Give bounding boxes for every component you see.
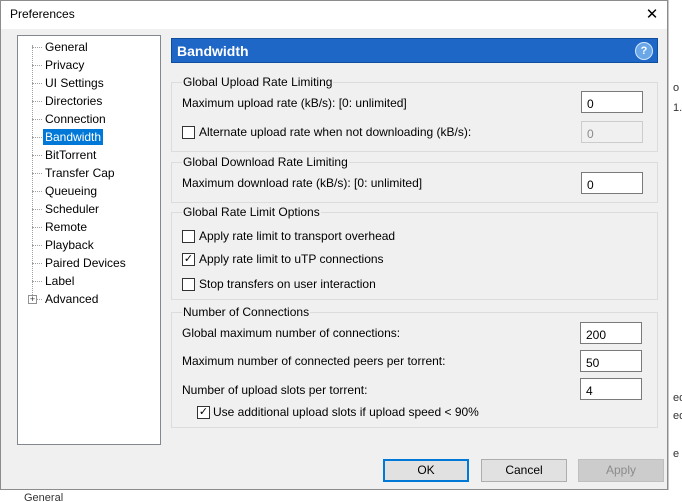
group-title: Number of Connections xyxy=(182,305,311,319)
close-icon[interactable]: ✕ xyxy=(637,1,667,29)
alt-upload-checkbox[interactable] xyxy=(182,126,195,139)
ok-button[interactable]: OK xyxy=(383,459,469,482)
upload-rate-group: Global Upload Rate Limiting Maximum uplo… xyxy=(171,75,658,152)
upload-slots-label: Number of upload slots per torrent: xyxy=(182,383,368,397)
rate-limit-options-group: Global Rate Limit Options Apply rate lim… xyxy=(171,205,658,300)
extra-upload-slots-checkbox[interactable]: ✓ xyxy=(197,406,210,419)
background-text: General xyxy=(24,492,64,502)
upload-slots-input[interactable] xyxy=(580,378,642,400)
stop-transfers-label: Stop transfers on user interaction xyxy=(199,277,376,291)
max-download-input[interactable] xyxy=(581,172,643,194)
peers-per-torrent-input[interactable] xyxy=(580,350,642,372)
cancel-button[interactable]: Cancel xyxy=(481,459,567,482)
background-text: ed xyxy=(673,392,682,404)
global-connections-label: Global maximum number of connections: xyxy=(182,326,401,340)
max-upload-label: Maximum upload rate (kB/s): [0: unlimite… xyxy=(182,96,407,110)
apply-button: Apply xyxy=(578,459,664,482)
background-text: o S xyxy=(673,82,682,94)
connections-group: Number of Connections Global maximum num… xyxy=(171,305,658,428)
transport-overhead-checkbox[interactable] xyxy=(182,230,195,243)
group-title: Global Upload Rate Limiting xyxy=(182,75,334,89)
preferences-dialog: Preferences ✕ General Privacy UI Setting… xyxy=(0,0,668,490)
transport-overhead-label: Apply rate limit to transport overhead xyxy=(199,229,396,243)
panel-header: Bandwidth ? xyxy=(171,38,658,63)
background-text: 1.3 xyxy=(673,102,682,114)
help-icon[interactable]: ? xyxy=(635,42,653,60)
extra-upload-slots-label: Use additional upload slots if upload sp… xyxy=(213,405,479,419)
group-title: Global Rate Limit Options xyxy=(182,205,321,219)
window-title: Preferences xyxy=(10,7,75,21)
panel-title: Bandwidth xyxy=(177,43,249,59)
max-download-label: Maximum download rate (kB/s): [0: unlimi… xyxy=(182,176,423,190)
background-app-strip: o S 1.3 ed ed e F xyxy=(668,0,682,502)
stop-transfers-checkbox[interactable] xyxy=(182,278,195,291)
expand-icon[interactable]: + xyxy=(28,295,37,304)
title-bar: Preferences ✕ xyxy=(1,1,667,29)
utp-connections-label: Apply rate limit to uTP connections xyxy=(199,252,384,266)
max-upload-input[interactable] xyxy=(581,91,643,113)
alt-upload-label: Alternate upload rate when not downloadi… xyxy=(199,125,472,139)
download-rate-group: Global Download Rate Limiting Maximum do… xyxy=(171,155,658,203)
background-app-bottom: General xyxy=(0,490,682,502)
alt-upload-input xyxy=(581,121,643,143)
global-connections-input[interactable] xyxy=(580,322,642,344)
background-text: ed xyxy=(673,410,682,422)
group-title: Global Download Rate Limiting xyxy=(182,155,349,169)
background-text: e F xyxy=(673,448,682,460)
peers-per-torrent-label: Maximum number of connected peers per to… xyxy=(182,354,446,368)
utp-connections-checkbox[interactable]: ✓ xyxy=(182,253,195,266)
preferences-tree: General Privacy UI Settings Directories … xyxy=(17,35,161,445)
